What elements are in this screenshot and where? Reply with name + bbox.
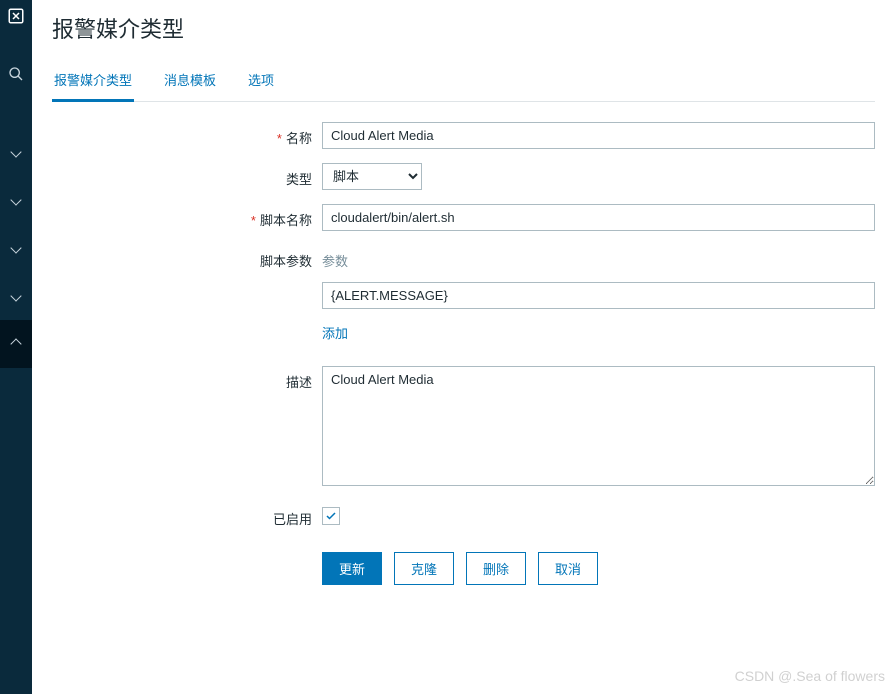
- check-icon: [325, 510, 337, 522]
- chevron-down-icon: [10, 146, 21, 157]
- chevron-down-icon: [10, 242, 21, 253]
- watermark: CSDN @.Sea of flowers: [735, 668, 885, 684]
- tab-message-templates[interactable]: 消息模板: [162, 64, 218, 101]
- sidebar-item-1[interactable]: [0, 128, 32, 176]
- row-description: 描述: [52, 366, 875, 489]
- description-label: 描述: [52, 366, 322, 391]
- row-enabled: 已启用: [52, 503, 875, 528]
- param-input-0[interactable]: [322, 282, 875, 309]
- logo-icon: [0, 0, 32, 32]
- row-script-name: *脚本名称: [52, 204, 875, 231]
- tabs: 报警媒介类型 消息模板 选项: [52, 64, 875, 102]
- sidebar-item-5[interactable]: [0, 320, 32, 368]
- script-params-label: 脚本参数: [52, 245, 322, 270]
- script-params-header: 参数: [322, 245, 875, 282]
- description-textarea[interactable]: [322, 366, 875, 486]
- sidebar-item-3[interactable]: [0, 224, 32, 272]
- name-label: *名称: [52, 122, 322, 147]
- enabled-label: 已启用: [52, 503, 322, 528]
- chevron-down-icon: [10, 290, 21, 301]
- script-name-input[interactable]: [322, 204, 875, 231]
- name-input[interactable]: [322, 122, 875, 149]
- row-buttons: 更新 克隆 删除 取消: [52, 542, 875, 585]
- tab-options[interactable]: 选项: [246, 64, 276, 101]
- clone-button[interactable]: 克隆: [394, 552, 454, 585]
- cancel-button[interactable]: 取消: [538, 552, 598, 585]
- main-content: 报警媒介类型 报警媒介类型 消息模板 选项 *名称 类型 脚本: [32, 0, 895, 694]
- script-name-label: *脚本名称: [52, 204, 322, 229]
- type-label: 类型: [52, 163, 322, 188]
- update-button[interactable]: 更新: [322, 552, 382, 585]
- add-param-link[interactable]: 添加: [322, 323, 348, 342]
- sidebar: [0, 0, 32, 694]
- chevron-down-icon: [10, 194, 21, 205]
- tab-media-types[interactable]: 报警媒介类型: [52, 64, 134, 102]
- sidebar-item-4[interactable]: [0, 272, 32, 320]
- row-name: *名称: [52, 122, 875, 149]
- type-select[interactable]: 脚本: [322, 163, 422, 190]
- app-root: 报警媒介类型 报警媒介类型 消息模板 选项 *名称 类型 脚本: [0, 0, 895, 694]
- form: *名称 类型 脚本 *脚本名称 脚本参数: [52, 122, 875, 585]
- row-type: 类型 脚本: [52, 163, 875, 190]
- search-icon[interactable]: [0, 50, 32, 98]
- sidebar-item-2[interactable]: [0, 176, 32, 224]
- page-title: 报警媒介类型: [52, 0, 875, 64]
- chevron-up-icon: [10, 338, 21, 349]
- delete-button[interactable]: 删除: [466, 552, 526, 585]
- row-script-params: 脚本参数 参数 添加: [52, 245, 875, 342]
- enabled-checkbox[interactable]: [322, 507, 340, 525]
